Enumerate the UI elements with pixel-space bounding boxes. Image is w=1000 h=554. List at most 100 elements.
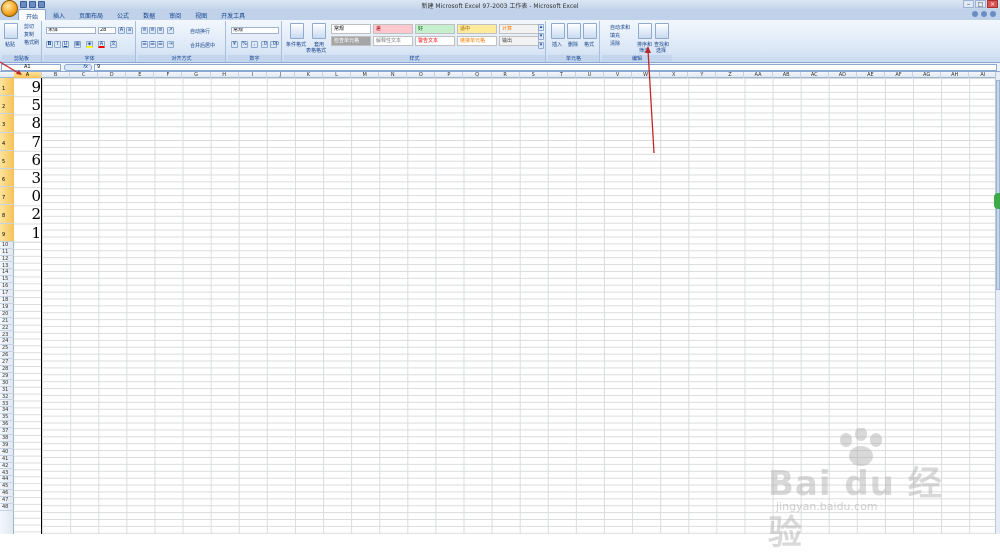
- row-header-42[interactable]: 42: [0, 463, 14, 470]
- row-header-21[interactable]: 21: [0, 318, 14, 325]
- tab-3[interactable]: 公式: [110, 9, 136, 20]
- tab-5[interactable]: 审阅: [162, 9, 188, 20]
- row-header-24[interactable]: 24: [0, 338, 14, 346]
- align-bottom-icon[interactable]: ≡: [157, 27, 164, 34]
- format-painter-button[interactable]: 格式刷: [24, 39, 39, 46]
- name-box[interactable]: A1: [1, 64, 61, 71]
- cell-style-0[interactable]: 常规: [331, 24, 371, 34]
- row-header-30[interactable]: 30: [0, 380, 14, 387]
- row-header-2[interactable]: 2: [0, 96, 14, 115]
- wrap-text-button[interactable]: 自动换行: [190, 28, 210, 35]
- cell-style-6[interactable]: 解释性文本: [373, 36, 413, 46]
- row-header-26[interactable]: 26: [0, 352, 14, 360]
- row-header-18[interactable]: 18: [0, 297, 14, 304]
- cell-style-9[interactable]: 输出: [499, 36, 539, 46]
- cell-A9[interactable]: 1: [14, 224, 42, 242]
- cell-A7[interactable]: 0: [14, 187, 42, 205]
- tab-0[interactable]: 开始: [18, 9, 47, 21]
- cell-style-1[interactable]: 差: [373, 24, 413, 34]
- tab-6[interactable]: 视图: [188, 9, 214, 20]
- row-header-33[interactable]: 33: [0, 401, 14, 408]
- phonetic-icon[interactable]: 文: [110, 41, 117, 48]
- cell-A5[interactable]: 6: [14, 151, 42, 169]
- align-right-icon[interactable]: ☰: [157, 41, 164, 48]
- row-header-20[interactable]: 20: [0, 311, 14, 318]
- paste-button[interactable]: [4, 23, 18, 39]
- autosum-button[interactable]: 自动求和: [610, 24, 630, 31]
- align-middle-icon[interactable]: ≡: [149, 27, 156, 34]
- row-header-10[interactable]: 10: [0, 242, 14, 249]
- row-header-15[interactable]: 15: [0, 276, 14, 284]
- vertical-scrollbar[interactable]: [995, 72, 1000, 534]
- row-header-34[interactable]: 34: [0, 407, 14, 415]
- cell-A4[interactable]: 7: [14, 133, 42, 151]
- row-header-48[interactable]: 48: [0, 504, 14, 511]
- font-color-icon[interactable]: A: [98, 41, 105, 48]
- help-icon[interactable]: [972, 11, 978, 17]
- row-header-4[interactable]: 4: [0, 132, 14, 151]
- align-top-icon[interactable]: ≡: [141, 27, 148, 34]
- row-header-7[interactable]: 7: [0, 187, 14, 206]
- row-header-17[interactable]: 17: [0, 290, 14, 297]
- row-header-13[interactable]: 13: [0, 263, 14, 270]
- currency-icon[interactable]: ¥: [231, 41, 238, 48]
- row-header-3[interactable]: 3: [0, 114, 14, 133]
- gallery-scroll-up-icon[interactable]: ▴: [538, 24, 544, 31]
- number-format-select[interactable]: 常规: [231, 27, 279, 34]
- clear-button[interactable]: 清除: [610, 40, 620, 47]
- cell-A6[interactable]: 3: [14, 169, 42, 187]
- sort-filter-button[interactable]: [638, 23, 652, 39]
- row-header-14[interactable]: 14: [0, 269, 14, 277]
- row-header-11[interactable]: 11: [0, 249, 14, 256]
- cell-style-2[interactable]: 好: [415, 24, 455, 34]
- format-cells-button[interactable]: [583, 23, 597, 39]
- align-center-icon[interactable]: ☰: [149, 41, 156, 48]
- fill-button[interactable]: 填充: [610, 32, 620, 39]
- row-header-38[interactable]: 38: [0, 435, 14, 442]
- row-header-31[interactable]: 31: [0, 387, 14, 394]
- orientation-icon[interactable]: ↗: [167, 27, 174, 34]
- row-header-44[interactable]: 44: [0, 476, 14, 484]
- cell-style-7[interactable]: 警告文本: [415, 36, 455, 46]
- insert-cells-button[interactable]: [551, 23, 565, 39]
- ribbon-minimize-icon[interactable]: [981, 11, 987, 17]
- ribbon-close-icon[interactable]: [990, 11, 996, 17]
- grow-font-icon[interactable]: A: [118, 27, 125, 34]
- copy-button[interactable]: 复制: [24, 31, 34, 38]
- row-header-47[interactable]: 47: [0, 497, 14, 504]
- gallery-more-icon[interactable]: ▾: [538, 42, 544, 49]
- row-header-23[interactable]: 23: [0, 332, 14, 339]
- scrollbar-thumb[interactable]: [996, 80, 1000, 290]
- find-select-button[interactable]: [655, 23, 669, 39]
- row-header-29[interactable]: 29: [0, 373, 14, 380]
- format-as-table-button[interactable]: [312, 23, 326, 39]
- row-header-12[interactable]: 12: [0, 256, 14, 263]
- increase-decimal-icon[interactable]: .0: [261, 41, 268, 48]
- gallery-scroll-down-icon[interactable]: ▾: [538, 33, 544, 40]
- cell-A8[interactable]: 2: [14, 205, 42, 223]
- cell-style-4[interactable]: 计算: [499, 24, 539, 34]
- row-header-25[interactable]: 25: [0, 345, 14, 353]
- cell-A3[interactable]: 8: [14, 114, 42, 132]
- tab-7[interactable]: 开发工具: [214, 9, 252, 20]
- row-header-37[interactable]: 37: [0, 428, 14, 435]
- row-header-1[interactable]: 1: [0, 78, 14, 97]
- minimize-button[interactable]: –: [963, 0, 974, 8]
- row-header-32[interactable]: 32: [0, 394, 14, 401]
- align-left-icon[interactable]: ☰: [141, 41, 148, 48]
- cell-style-5[interactable]: 检查单元格: [331, 36, 371, 46]
- fill-color-icon[interactable]: ◈: [86, 41, 93, 48]
- row-header-46[interactable]: 46: [0, 490, 14, 498]
- row-header-45[interactable]: 45: [0, 483, 14, 491]
- indent-icon[interactable]: ⇥: [167, 41, 174, 48]
- cell-style-3[interactable]: 适中: [457, 24, 497, 34]
- formula-input[interactable]: 9: [94, 64, 997, 71]
- row-header-36[interactable]: 36: [0, 421, 14, 429]
- row-header-40[interactable]: 40: [0, 449, 14, 456]
- underline-button[interactable]: U: [62, 41, 69, 48]
- italic-button[interactable]: I: [54, 41, 61, 48]
- row-header-5[interactable]: 5: [0, 150, 14, 169]
- row-header-16[interactable]: 16: [0, 283, 14, 291]
- cut-button[interactable]: 剪切: [24, 23, 34, 30]
- shrink-font-icon[interactable]: a: [126, 27, 133, 34]
